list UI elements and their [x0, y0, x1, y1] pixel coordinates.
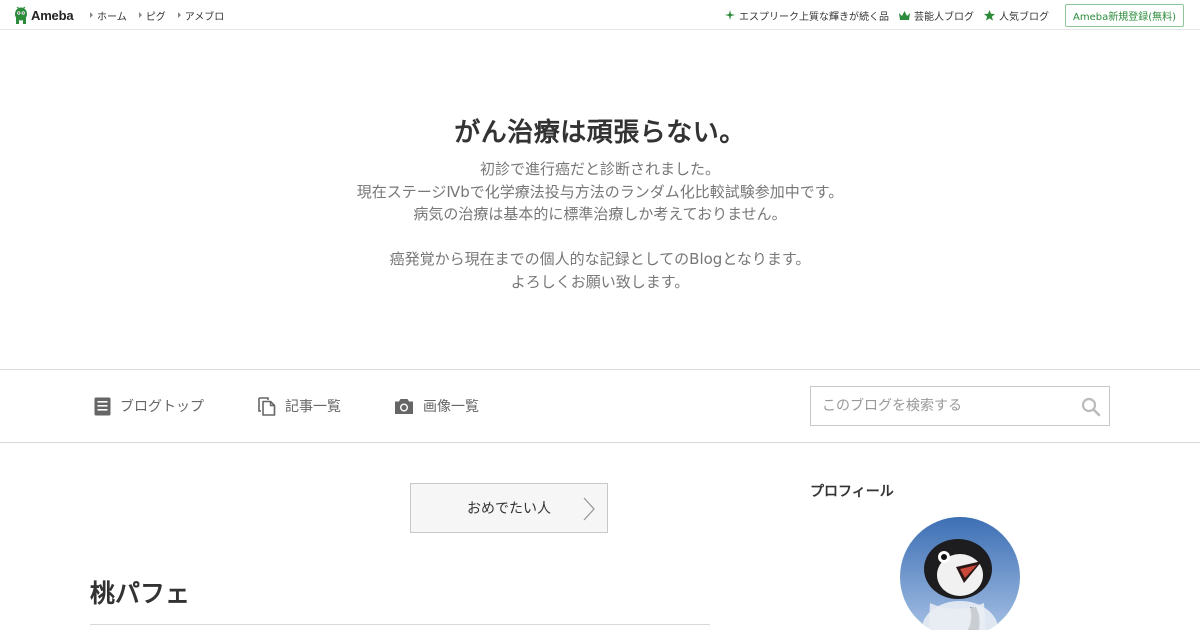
- ameba-mascot-icon: [15, 6, 27, 24]
- register-button[interactable]: Ameba新規登録(無料): [1064, 3, 1184, 27]
- entry-list-label: 記事一覧: [285, 399, 341, 415]
- nav-ameblo-link[interactable]: アメブロ: [177, 8, 225, 23]
- celebrity-blog-link[interactable]: 芸能人ブログ: [898, 8, 974, 23]
- chevron-right-icon: [583, 497, 595, 521]
- sparkle-icon: [724, 10, 735, 20]
- blog-search: [810, 386, 1110, 426]
- description-line: 初診で進行癌だと診断されました。: [479, 160, 720, 178]
- description-line: 病気の治療は基本的に標準治療しか考えておりません。: [413, 205, 787, 223]
- avatar[interactable]: [900, 517, 1020, 630]
- entry-title[interactable]: 桃パフェ: [90, 574, 190, 610]
- hashtag-button[interactable]: おめでたい人: [410, 483, 608, 533]
- nav-home-link[interactable]: ホーム: [90, 8, 127, 23]
- camera-icon: [395, 398, 413, 414]
- image-list-label: 画像一覧: [423, 399, 479, 415]
- description-line: [0, 226, 1200, 249]
- arrow-right-icon: [90, 12, 93, 18]
- blog-nav: ブログトップ 記事一覧 画像一覧: [0, 369, 1200, 443]
- nav-pigg-label: ピグ: [145, 11, 166, 23]
- header-links: エスプリーク上質な輝きが続く品 芸能人ブログ 人気ブログ Ameba新規登録(無…: [724, 0, 1184, 30]
- blog-top-link[interactable]: ブログトップ: [94, 370, 204, 442]
- ad-link[interactable]: エスプリーク上質な輝きが続く品: [724, 8, 889, 23]
- document-icon: [94, 397, 111, 415]
- arrow-right-icon: [138, 12, 142, 18]
- search-icon[interactable]: [1081, 397, 1101, 417]
- global-header: Ameba ホーム ピグ アメブロ エスプリーク上質な輝きが続く品 芸能人ブログ…: [0, 0, 1200, 30]
- nav-home-label: ホーム: [97, 11, 127, 23]
- entry-divider: [90, 624, 710, 625]
- penguin-avatar-image: [900, 517, 1020, 630]
- blog-header: がん治療は頑張らない。 初診で進行癌だと診断されました。 現在ステージⅣbで化学…: [0, 30, 1200, 369]
- celebrity-blog-label: 芸能人ブログ: [913, 11, 974, 23]
- description-line: 現在ステージⅣbで化学療法投与方法のランダム化比較試験参加中です。: [356, 182, 844, 201]
- nav-pigg-link[interactable]: ピグ: [138, 8, 166, 23]
- search-input[interactable]: [811, 387, 1071, 425]
- star-icon: [983, 9, 995, 21]
- hashtag-label: おめでたい人: [467, 501, 551, 517]
- arrow-right-icon: [177, 12, 181, 18]
- nav-ameblo-label: アメブロ: [184, 11, 225, 23]
- ameba-logo[interactable]: Ameba: [14, 6, 74, 24]
- crown-icon: [898, 10, 910, 20]
- image-list-link[interactable]: 画像一覧: [394, 370, 479, 442]
- blog-description: 初診で進行癌だと診断されました。 現在ステージⅣbで化学療法投与方法のランダム化…: [0, 158, 1200, 293]
- ad-link-label: エスプリーク上質な輝きが続く品: [738, 11, 889, 23]
- copy-icon: [258, 396, 276, 416]
- global-nav: ホーム ピグ アメブロ: [90, 0, 224, 30]
- description-line: 癌発覚から現在までの個人的な記録としてのBlogとなります。: [389, 250, 811, 268]
- popular-blog-label: 人気ブログ: [998, 11, 1049, 23]
- description-line: よろしくお願い致します。: [510, 272, 690, 291]
- popular-blog-link[interactable]: 人気ブログ: [983, 8, 1049, 23]
- blog-title[interactable]: がん治療は頑張らない。: [0, 112, 1200, 149]
- entry-list-link[interactable]: 記事一覧: [258, 370, 341, 442]
- logo-text: Ameba: [31, 7, 74, 23]
- blog-top-label: ブログトップ: [120, 399, 204, 415]
- profile-heading: プロフィール: [810, 484, 894, 500]
